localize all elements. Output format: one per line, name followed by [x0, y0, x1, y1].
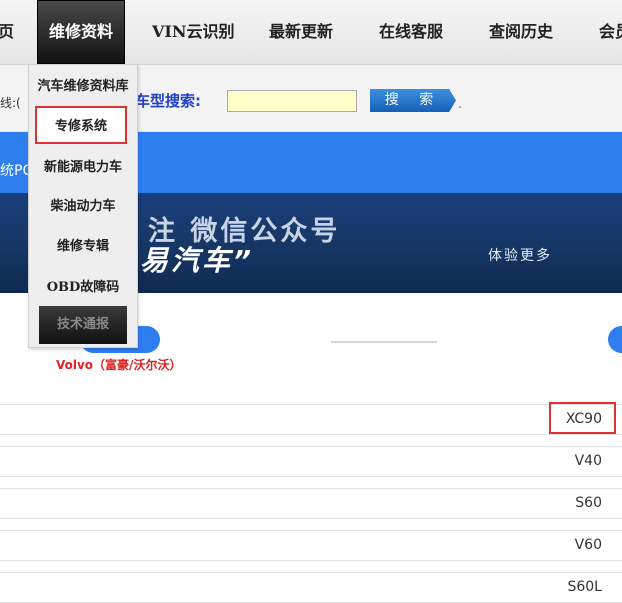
nav-online-service[interactable]: 在线客服: [379, 0, 443, 64]
brand-name[interactable]: Volvo（富豪/沃尔沃）: [56, 356, 181, 373]
search-trailing-dot: .: [458, 97, 462, 111]
model-row[interactable]: S60: [0, 488, 622, 519]
repair-data-dropdown: 汽车维修资料库 专修系统 新能源电力车 柴油动力车 维修专辑 OBD故障码 技术…: [28, 64, 138, 348]
model-label[interactable]: S60: [575, 495, 602, 511]
model-label[interactable]: V40: [575, 453, 602, 469]
menu-item-new-energy[interactable]: 新能源电力车: [29, 156, 137, 175]
top-nav: 页 维修资料 VIN云识别 最新更新 在线客服 查阅历史 会员: [0, 0, 622, 65]
model-search-label: 车型搜索:: [135, 92, 201, 110]
divider: [331, 341, 437, 343]
menu-item-obd-codes[interactable]: OBD故障码: [29, 276, 137, 295]
highlight-box: [549, 402, 616, 434]
nav-repair-data[interactable]: 维修资料: [37, 0, 125, 64]
model-row[interactable]: V60: [0, 530, 622, 561]
nav-home[interactable]: 页: [0, 0, 14, 64]
nav-member[interactable]: 会员: [599, 0, 622, 64]
banner-cta[interactable]: 体验更多: [488, 245, 552, 265]
model-row[interactable]: V40: [0, 446, 622, 477]
banner-line-2: 易汽车”: [140, 244, 255, 277]
menu-item-repair-library[interactable]: 汽车维修资料库: [29, 75, 137, 94]
next-brand-tab[interactable]: [608, 326, 622, 353]
nav-latest-updates[interactable]: 最新更新: [269, 0, 333, 64]
search-button[interactable]: 搜 索: [370, 89, 456, 112]
hotline-text: 线:(: [0, 96, 21, 110]
menu-item-repair-album[interactable]: 维修专辑: [29, 235, 137, 254]
menu-item-diesel[interactable]: 柴油动力车: [29, 195, 137, 214]
model-row[interactable]: XC90: [0, 404, 622, 435]
nav-vin-recognition[interactable]: VIN云识别: [152, 0, 235, 64]
menu-item-specialty-system[interactable]: 专修系统: [35, 106, 127, 144]
menu-item-tech-bulletin[interactable]: 技术通报: [39, 306, 127, 344]
nav-history[interactable]: 查阅历史: [489, 0, 553, 64]
model-row[interactable]: S60L: [0, 572, 622, 603]
model-label[interactable]: V60: [575, 537, 602, 553]
model-search-input[interactable]: [227, 90, 357, 112]
